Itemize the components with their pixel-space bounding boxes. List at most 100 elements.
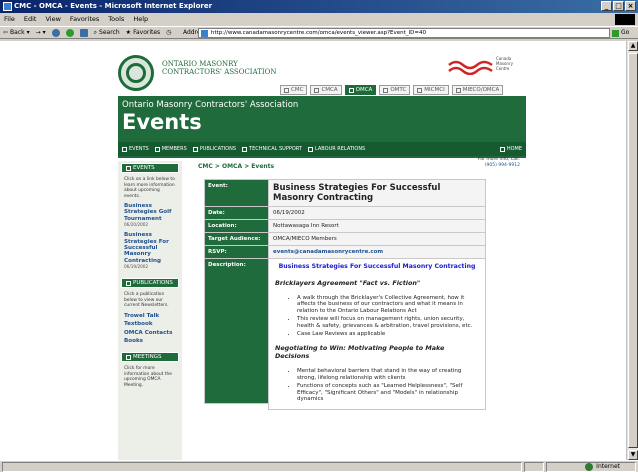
tab-omca[interactable]: OMCA [344, 85, 377, 95]
menu-favorites[interactable]: Favorites [70, 14, 99, 25]
close-button[interactable]: × [625, 1, 636, 11]
maximize-button[interactable]: □ [613, 1, 624, 11]
list-item: A walk through the Bricklayer's Collecti… [297, 295, 479, 315]
nav-events[interactable]: EVENTS [122, 146, 149, 152]
history-icon: ◷ [166, 29, 172, 36]
sidebar-publication-link[interactable]: Trowel Talk [118, 311, 182, 319]
tab-micmci[interactable]: MICMCI [413, 85, 449, 95]
sidebar-publications-text: Click a publication below to view our cu… [124, 292, 169, 309]
event-date: 06/19/2002 [268, 206, 486, 220]
tab-cmc[interactable]: CMC [280, 85, 308, 95]
date-label: Date: [204, 206, 269, 220]
org-line-1: ONTARIO MASONRY [162, 60, 238, 68]
favorites-label: Favorites [133, 29, 161, 36]
page-banner: Ontario Masonry Contractors' Association… [118, 96, 526, 158]
status-bar: Internet [0, 460, 638, 472]
rsvp-email-link[interactable]: events@canadamasonrycentre.com [268, 245, 486, 259]
status-zone: Internet [585, 461, 620, 472]
tab-omtc[interactable]: OMTC [379, 85, 411, 95]
refresh-button[interactable] [65, 28, 74, 37]
banner-subtitle: Ontario Masonry Contractors' Association [122, 100, 299, 110]
table-row: Event: Business Strategies For Successfu… [204, 179, 486, 207]
window-title: CMC - OMCA - Events - Microsoft Internet… [14, 2, 213, 10]
refresh-icon [65, 28, 74, 37]
minimize-button[interactable]: _ [601, 1, 612, 11]
address-bar[interactable]: http://www.canadamasonrycentre.com/omca/… [198, 28, 610, 38]
sidebar-events-heading: EVENTS [121, 163, 179, 173]
sidebar-event-date: 06/20/2002 [124, 222, 149, 228]
event-description: Business Strategies For Successful Mason… [268, 257, 486, 411]
favorites-button[interactable]: ★ Favorites [126, 26, 161, 39]
back-label: Back [10, 29, 25, 36]
list-item: Functions of concepts such as "Learned H… [297, 383, 479, 403]
search-button[interactable]: ⌕ Search [94, 26, 120, 39]
favorites-icon: ★ [125, 29, 132, 36]
description-list: Mental behavioral barriers that stand in… [297, 368, 479, 403]
description-title: Business Strategies For Successful Mason… [278, 263, 476, 270]
search-label: Search [99, 29, 120, 36]
nav-technical-support[interactable]: TECHNICAL SUPPORT [242, 146, 302, 152]
menu-file[interactable]: File [4, 14, 15, 25]
breadcrumb[interactable]: CMC > OMCA > Events [198, 163, 274, 170]
tab-cmca[interactable]: CMCA [310, 85, 342, 95]
status-text [2, 462, 522, 472]
address-url: http://www.canadamasonrycentre.com/omca/… [211, 30, 427, 36]
sidebar-publication-link[interactable]: OMCA Contacts [118, 328, 182, 336]
table-row: Target Audience: OMCA/MIECO Members [204, 232, 486, 246]
event-title: Business Strategies For Successful Mason… [268, 179, 486, 207]
event-location: Nottawasaga Inn Resort [268, 219, 486, 233]
menu-view[interactable]: View [45, 14, 60, 25]
sidebar-publication-link[interactable]: Books [118, 336, 182, 348]
page-viewport: ONTARIO MASONRY CONTRACTORS' ASSOCIATION… [0, 41, 626, 460]
nav-publications[interactable]: PUBLICATIONS [192, 146, 236, 152]
go-arrow-icon [612, 29, 619, 37]
scroll-down-icon[interactable]: ▼ [628, 450, 638, 460]
scrollbar-thumb[interactable] [628, 53, 638, 448]
canada-masonry-centre-logo: Canada Masonry Centre [496, 56, 513, 71]
more-info: For more info, call: (905) 994-9912 [460, 157, 520, 169]
scroll-up-icon[interactable]: ▲ [628, 41, 638, 51]
wave-logo-icon [448, 60, 493, 75]
list-item: Case Law Reviews as applicable [297, 331, 479, 338]
nav-labour-relations[interactable]: LABOUR RELATIONS [307, 146, 365, 152]
sidebar-publications-heading: PUBLICATIONS [121, 278, 179, 289]
menu-tools[interactable]: Tools [108, 14, 124, 25]
omca-logo[interactable] [118, 55, 154, 91]
forward-button[interactable]: → ▾ [36, 26, 46, 39]
vertical-scrollbar[interactable]: ▲ ▼ [626, 41, 638, 460]
sidebar-event-link[interactable]: Business Strategies Golf Tournament [118, 201, 182, 222]
back-button[interactable]: ⇦ Back ▾ [3, 26, 30, 39]
sidebar-meetings-heading: MEETINGS [121, 352, 179, 363]
table-row: Date: 06/19/2002 [204, 206, 486, 220]
home-button[interactable] [79, 28, 88, 37]
description-list: A walk through the Bricklayer's Collecti… [297, 295, 479, 339]
nav-members[interactable]: MEMBERS [154, 146, 187, 152]
org-line-2: CONTRACTORS' ASSOCIATION [162, 68, 277, 76]
search-icon: ⌕ [93, 29, 98, 36]
rsvp-label: RSVP: [204, 245, 269, 259]
more-info-phone[interactable]: (905) 994-9912 [460, 163, 520, 169]
sidebar: EVENTS Click on a link below to learn mo… [118, 161, 182, 460]
go-button[interactable]: Go [612, 27, 629, 39]
zone-label: Internet [596, 463, 620, 470]
windows-flag-icon [615, 14, 635, 25]
ie-icon [3, 2, 12, 11]
web-page: ONTARIO MASONRY CONTRACTORS' ASSOCIATION… [108, 41, 532, 460]
stop-button[interactable] [51, 28, 60, 37]
menu-edit[interactable]: Edit [24, 14, 37, 25]
event-details-table: Event: Business Strategies For Successfu… [204, 179, 486, 411]
history-button[interactable]: ◷ [166, 26, 171, 39]
site-tabs: CMC CMCA OMCA OMTC MICMCI MIECO/OMCA [280, 85, 504, 95]
sidebar-publication-link[interactable]: Textbook [118, 319, 182, 327]
nav-home[interactable]: HOME [499, 146, 522, 152]
event-audience: OMCA/MIECO Members [268, 232, 486, 246]
tab-mieco-omca[interactable]: MIECO/OMCA [451, 85, 504, 95]
menu-bar: File Edit View Favorites Tools Help [0, 14, 638, 25]
menu-help[interactable]: Help [133, 14, 148, 25]
sidebar-event-link[interactable]: Business Strategies For Successful Mason… [118, 230, 182, 264]
status-cell [524, 462, 544, 472]
internet-zone-icon [585, 462, 594, 471]
main-nav: EVENTS MEMBERS PUBLICATIONS TECHNICAL SU… [118, 142, 526, 156]
sidebar-event-date: 06/19/2002 [124, 264, 149, 270]
description-label: Description: [204, 257, 269, 405]
